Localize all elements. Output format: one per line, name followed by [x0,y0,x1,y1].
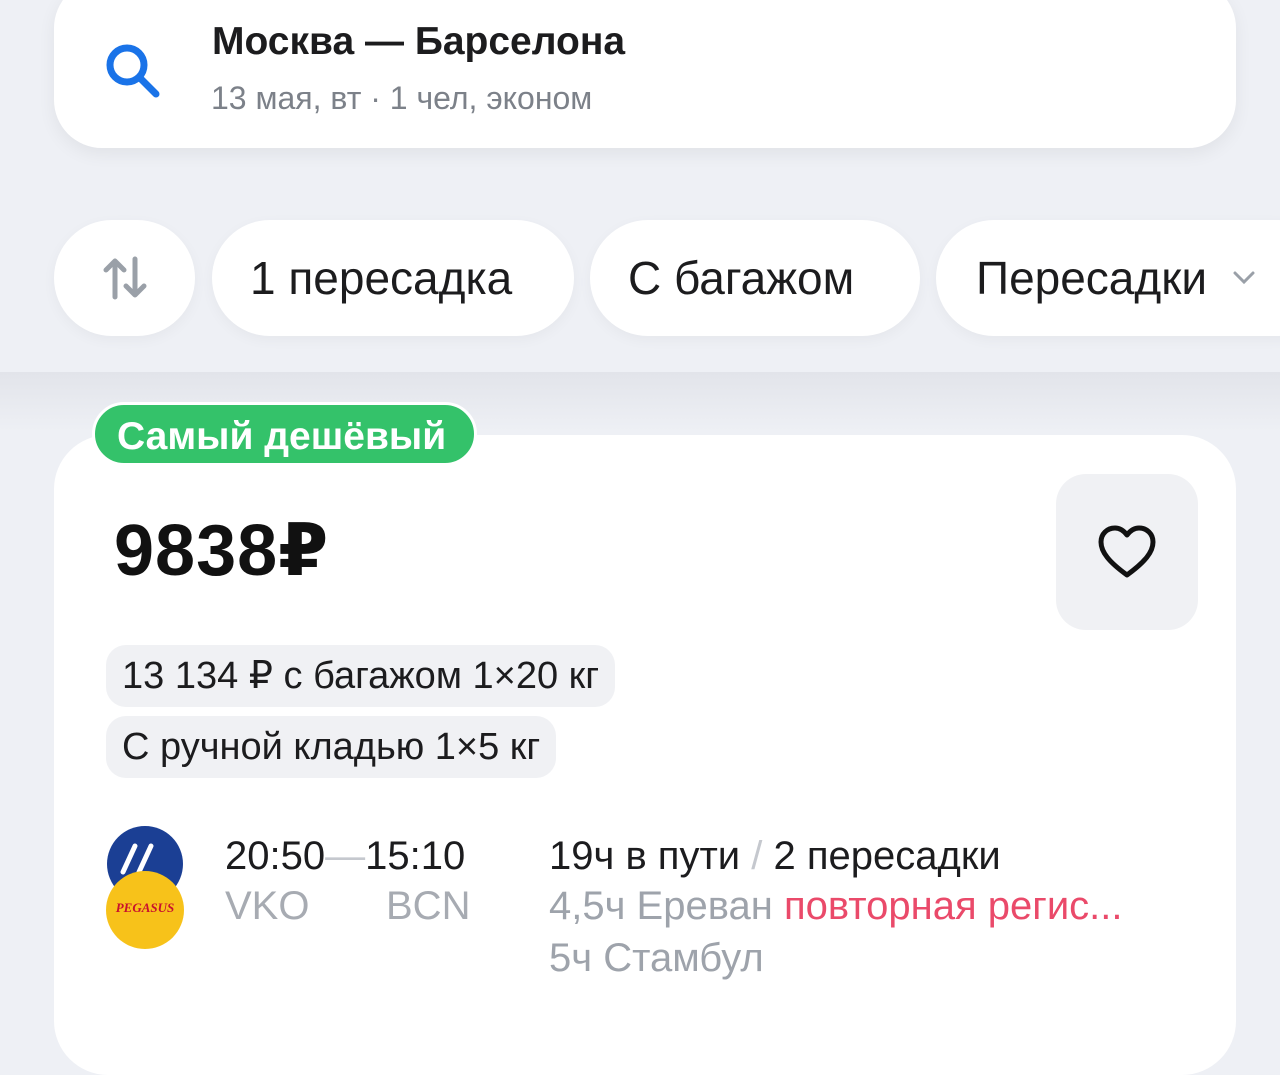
airline-logo-text: PEGASUS [116,900,175,915]
search-icon[interactable] [100,38,164,102]
airline-logo: PEGASUS [106,826,184,949]
stopover-2: 5ч Стамбул [549,936,764,980]
baggage-price-option[interactable]: 13 134 ₽ с багажом 1×20 кг [106,645,616,707]
depart-airport-code: VKO [225,884,310,928]
duration-text: 19ч в пути [549,834,741,878]
cheapest-badge: Самый дешёвый [92,402,478,466]
route-title: Москва — Барселона [212,20,626,63]
arrive-airport-code: BCN [386,884,471,928]
hand-luggage-info: С ручной кладью 1×5 кг [106,716,557,778]
stopover-1: 4,5ч Ереван повторная регис... [549,884,1123,929]
arrive-time: 15:10 [365,834,466,878]
filter-chips-row: 1 пересадка С багажом Пересадки [0,220,1280,340]
heart-icon [1098,525,1156,578]
sort-arrows-icon [103,256,146,300]
filter-transfers-dropdown[interactable]: Пересадки [936,220,1280,336]
filter-one-transfer-chip[interactable]: 1 пересадка [212,220,574,336]
separator-slash: / [751,834,763,878]
recheck-warning: повторная регис... [784,884,1123,928]
transfers-count: 2 пересадки [773,834,1001,878]
chip-label: 1 пересадка [250,252,513,304]
chip-label: Пересадки [976,252,1208,304]
stopover-1-text: 4,5ч Ереван [549,884,773,928]
chevron-down-icon [1233,271,1255,285]
sort-button[interactable] [54,220,195,336]
trip-duration: 19ч в пути / 2 пересадки [549,834,1001,879]
filter-baggage-chip[interactable]: С багажом [590,220,920,336]
ticket-price: 9838₽ [114,511,330,591]
favorite-button[interactable] [1056,474,1198,630]
search-details: 13 мая, вт · 1 чел, эконом [211,80,593,116]
flight-times: 20:50—15:10 [225,834,465,879]
time-separator: — [325,834,366,878]
depart-time: 20:50 [225,834,326,878]
chip-label: С багажом [628,252,855,304]
